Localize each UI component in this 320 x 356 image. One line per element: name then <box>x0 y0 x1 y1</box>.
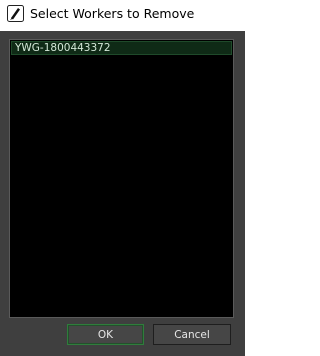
app-icon <box>7 5 24 22</box>
dialog-body: YWG-1800443372 OK Cancel <box>0 31 245 356</box>
ok-button[interactable]: OK <box>67 324 144 345</box>
dialog-window: Select Workers to Remove YWG-1800443372 … <box>0 0 245 356</box>
title-bar[interactable]: Select Workers to Remove <box>0 0 245 31</box>
window-title: Select Workers to Remove <box>30 6 195 21</box>
list-item[interactable]: YWG-1800443372 <box>11 41 232 55</box>
workers-list[interactable]: YWG-1800443372 <box>9 39 234 318</box>
cancel-button[interactable]: Cancel <box>153 324 231 345</box>
